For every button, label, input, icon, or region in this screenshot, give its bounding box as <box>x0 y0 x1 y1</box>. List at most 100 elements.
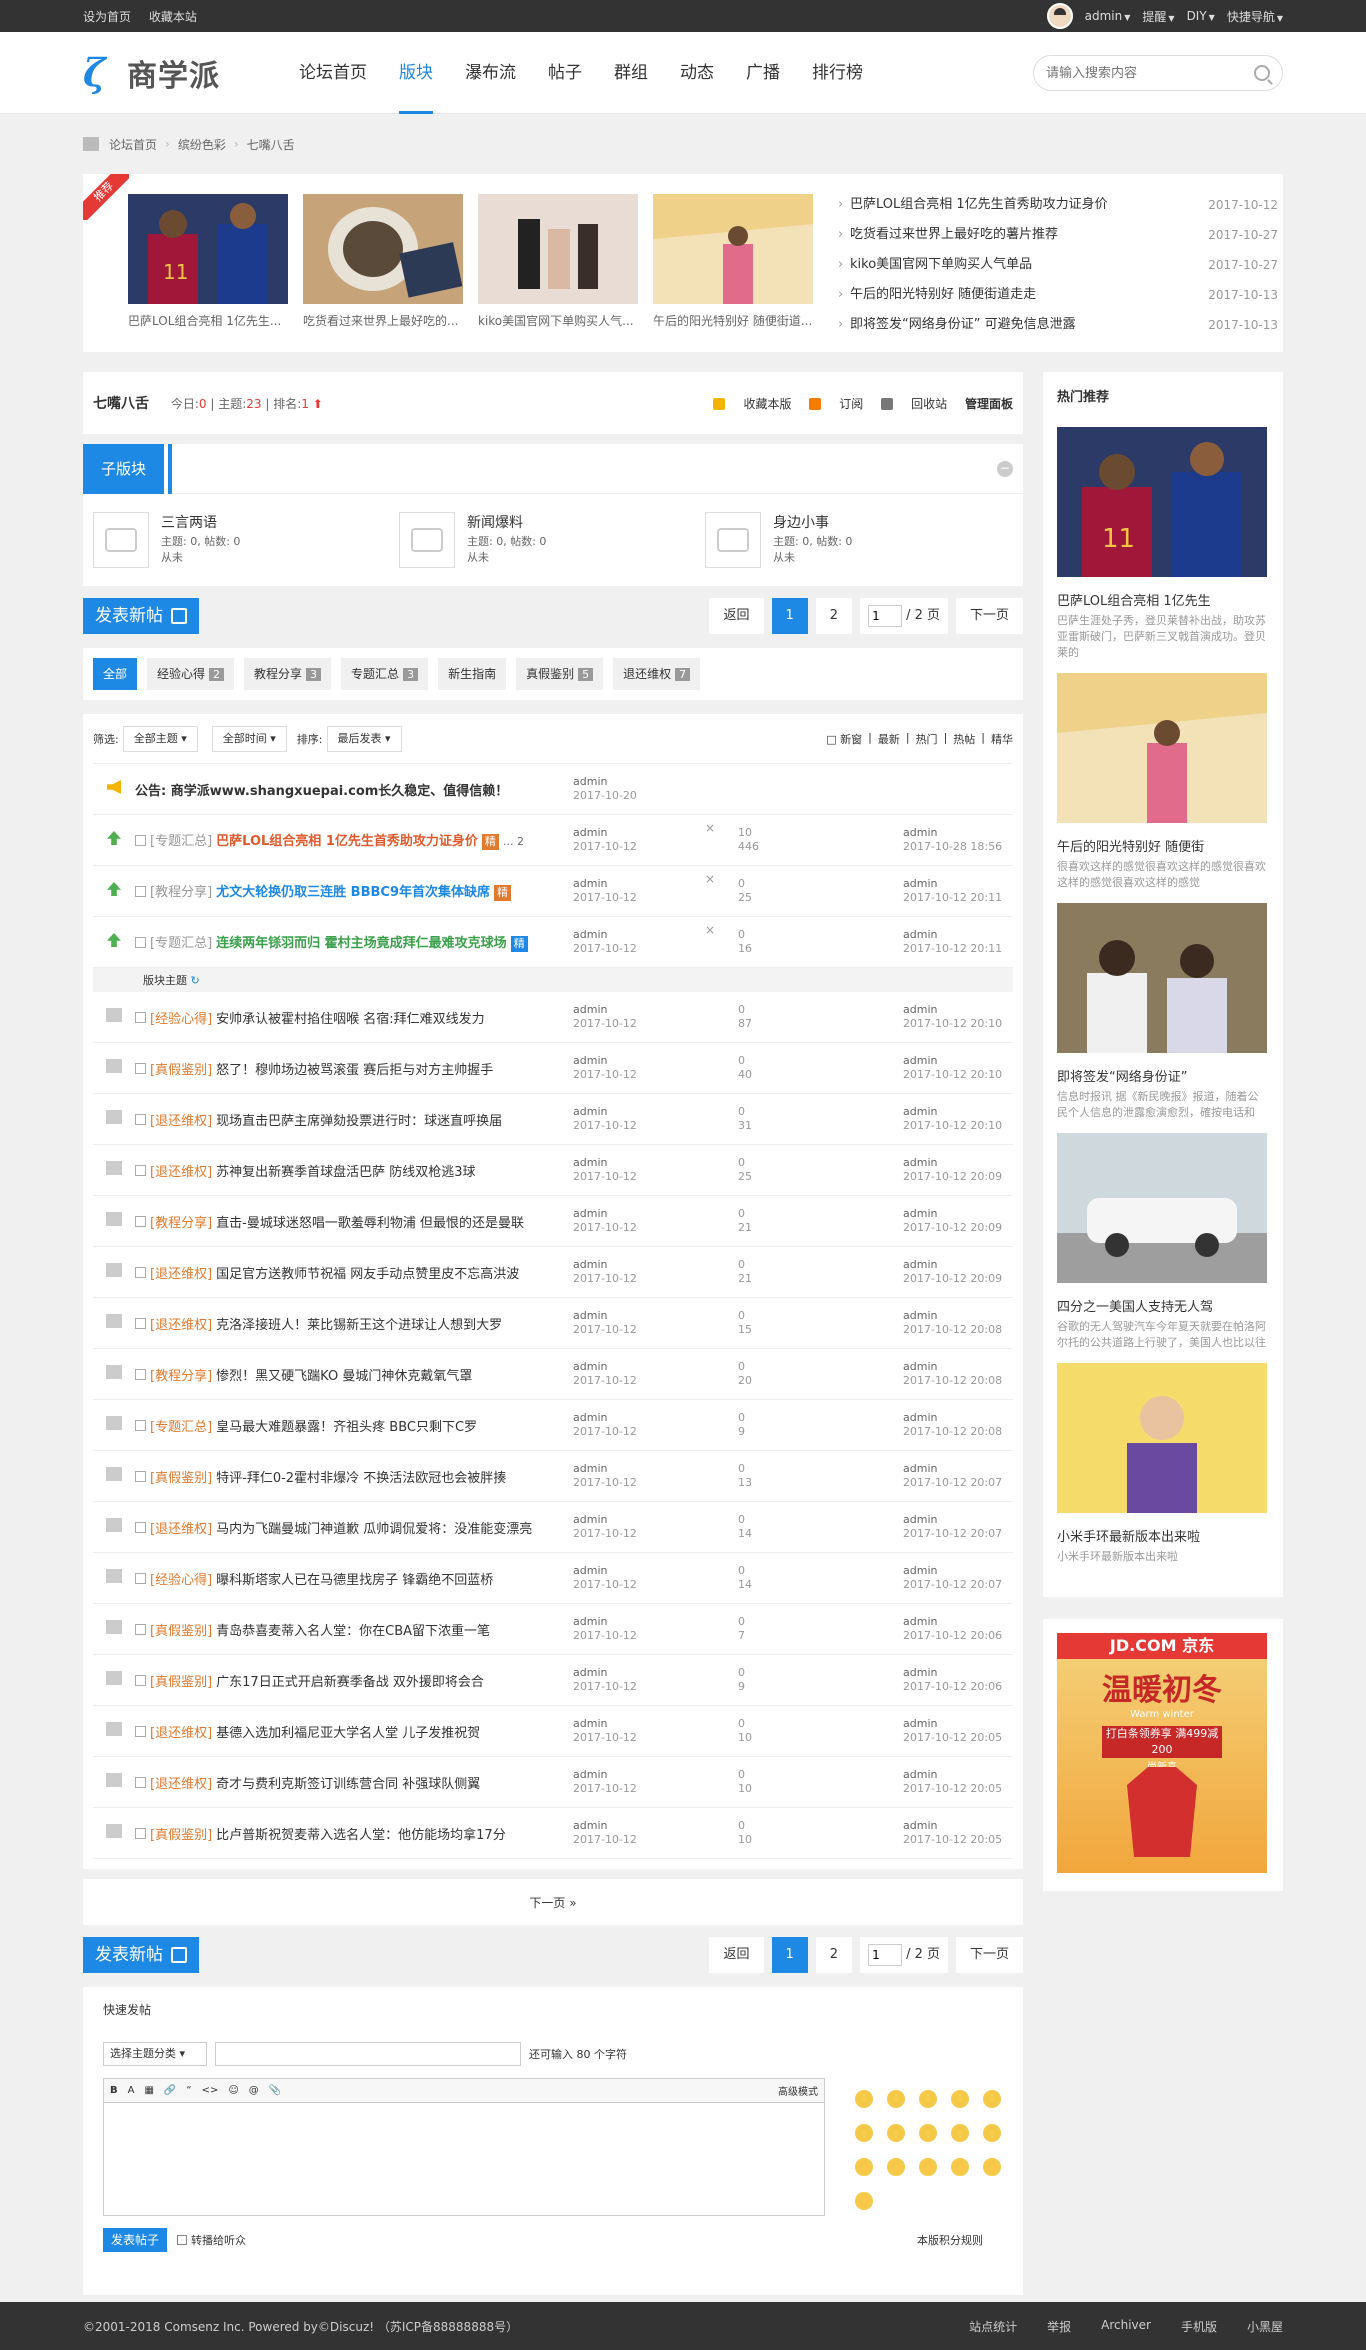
subject-input[interactable] <box>215 2042 521 2066</box>
thread-title[interactable]: 广东17日正式开启新赛季备战 双外援即将会合 <box>216 1675 484 1690</box>
thread-type[interactable]: [专题汇总] <box>150 1420 212 1435</box>
ad-banner[interactable]: JD.COM 京东 温暖初冬 Warm winter 打白条领券享 满499减2… <box>1043 1619 1283 1891</box>
smiley-icon[interactable] <box>855 2158 873 2176</box>
thread-row[interactable]: [真假鉴别] 青岛恭喜麦蒂入名人堂：你在CBA留下浓重一笔 admin 2017-1… <box>93 1604 1013 1655</box>
thread-row[interactable]: [真假鉴别] 比卢普斯祝贺麦蒂入选名人堂：他仿能场均拿17分 admin 2017-… <box>93 1808 1013 1859</box>
filter-hot[interactable]: 热门 <box>916 731 938 747</box>
filter-latest[interactable]: 最新 <box>878 731 900 747</box>
thread-row[interactable]: [经验心得] 安帅承认被霍村掐住咽喉 名宿:拜仁难双线发力 admin 2017-1… <box>93 992 1013 1043</box>
recommend-list-item[interactable]: 午后的阳光特别好 随便街道走走2017-10-13 <box>838 284 1278 314</box>
thread-pages[interactable]: ... 2 <box>503 835 524 848</box>
thread-type[interactable]: [真假鉴别] <box>150 1828 212 1843</box>
refresh-icon[interactable]: ↻ <box>191 974 200 987</box>
thread-title[interactable]: 克洛泽接班人！莱比锡新王这个进球让人想到大罗 <box>216 1318 502 1333</box>
new-post-button[interactable]: 发表新帖 <box>83 598 199 634</box>
smiley-icon[interactable]: ☺ <box>228 2085 238 2096</box>
smiley-icon[interactable] <box>983 2124 1001 2142</box>
collapse-icon[interactable]: − <box>997 460 1013 477</box>
message-textarea[interactable] <box>104 2103 824 2213</box>
nav-item-posts[interactable]: 帖子 <box>532 32 598 114</box>
type-tab[interactable]: 经验心得 2 <box>147 658 235 690</box>
thread-title[interactable]: 基德入选加利福尼亚大学名人堂 儿子发推祝贺 <box>216 1726 480 1741</box>
thread-type[interactable]: [教程分享] <box>150 885 212 900</box>
advanced-mode-link[interactable]: 高级模式 <box>778 2083 818 2098</box>
thread-checkbox[interactable] <box>135 834 146 846</box>
hot-item[interactable]: 11 巴萨LOL组合亮相 1亿先生 巴萨生涯处子秀，登贝莱替补出战，助攻苏亚雷斯破… <box>1057 427 1269 661</box>
thread-title[interactable]: 马内为飞踹曼城门神道歉 瓜帅调侃爱将：没准能变漂亮 <box>216 1522 532 1537</box>
thread-title[interactable]: 奇才与费利克斯签订训练营合同 补强球队侧翼 <box>216 1777 480 1792</box>
smiley-icon[interactable] <box>983 2090 1001 2108</box>
smiley-icon[interactable] <box>855 2090 873 2108</box>
thread-title[interactable]: 安帅承认被霍村掐住咽喉 名宿:拜仁难双线发力 <box>216 1012 485 1027</box>
thread-type[interactable]: [退还维权] <box>150 1777 212 1792</box>
nav-item-broadcast[interactable]: 广播 <box>730 32 796 114</box>
smiley-icon[interactable] <box>919 2090 937 2108</box>
thread-checkbox[interactable] <box>135 1062 146 1074</box>
thread-type[interactable]: [教程分享] <box>150 1216 212 1231</box>
recommend-list-item[interactable]: 巴萨LOL组合亮相 1亿先生首秀助攻力证身价2017-10-12 <box>838 194 1278 224</box>
footer-link[interactable]: 小黑屋 <box>1247 2318 1283 2335</box>
thread-type[interactable]: [退还维权] <box>150 1726 212 1741</box>
sticky-thread-row[interactable]: [专题汇总] 连续两年铩羽而归 霍村主场竟成拜仁最难攻克球场精 × admin 20… <box>93 917 1013 968</box>
subforum-item[interactable]: 三言两语 主题: 0, 帖数: 0 从未 <box>93 512 399 568</box>
thread-checkbox[interactable] <box>135 1521 146 1533</box>
nav-item-ranking[interactable]: 排行榜 <box>796 32 879 114</box>
recommend-item[interactable]: kiko美国官网下单购买人气... <box>478 194 653 352</box>
nav-item-groups[interactable]: 群组 <box>598 32 664 114</box>
sticky-thread-row[interactable]: [教程分享] 尤文大轮换仍取三连胜 BBBC9年首次集体缺席精 × admin 20… <box>93 866 1013 917</box>
next-page-button[interactable]: 下一页 <box>955 1937 1023 1973</box>
thread-row[interactable]: [退还维权] 奇才与费利克斯签订训练营合同 补强球队侧翼 admin 2017-10… <box>93 1757 1013 1808</box>
type-tab[interactable]: 教程分享 3 <box>244 658 332 690</box>
credit-rules-link[interactable]: 本版积分规则 <box>917 2232 983 2248</box>
thread-type[interactable]: [退还维权] <box>150 1114 212 1129</box>
recommend-list-item[interactable]: 即将签发“网络身份证” 可避免信息泄露2017-10-13 <box>838 314 1278 344</box>
thread-row[interactable]: [经验心得] 曝科斯塔家人已在马德里找房子 锋霸绝不回蓝桥 admin 2017-1… <box>93 1553 1013 1604</box>
recommend-list-item[interactable]: kiko美国官网下单购买人气单品2017-10-27 <box>838 254 1278 284</box>
hot-item[interactable]: 四分之一美国人支持无人驾 谷歌的无人驾驶汽车今年夏天就要在帕洛阿尔托的公共道路上行… <box>1057 1133 1269 1351</box>
new-post-button[interactable]: 发表新帖 <box>83 1937 199 1973</box>
nav-item-home[interactable]: 论坛首页 <box>283 32 383 114</box>
at-icon[interactable]: @ <box>249 2085 259 2096</box>
hot-item[interactable]: 午后的阳光特别好 随便街 很喜欢这样的感觉很喜欢这样的感觉很喜欢这样的感觉很喜欢这… <box>1057 673 1269 891</box>
recommend-item[interactable]: 午后的阳光特别好 随便街道... <box>653 194 828 352</box>
code-icon[interactable]: <> <box>202 2085 219 2096</box>
thread-title[interactable]: 现场直击巴萨主席弹劾投票进行时：球迷直呼换届 <box>216 1114 502 1129</box>
recommend-item[interactable]: 11 巴萨LOL组合亮相 1亿先生... <box>128 194 303 352</box>
page-2-button[interactable]: 2 <box>815 598 853 634</box>
footer-link[interactable]: 站点统计 <box>969 2318 1017 2335</box>
sync-checkbox[interactable] <box>177 2235 188 2245</box>
footer-link[interactable]: 手机版 <box>1181 2318 1217 2335</box>
time-filter-select[interactable]: 全部时间 ▾ <box>211 725 287 752</box>
thread-row[interactable]: [真假鉴别] 特评-拜仁0-2霍村非爆冷 不换活法欧冠也会被胖揍 admin 201… <box>93 1451 1013 1502</box>
smiley-icon[interactable] <box>887 2124 905 2142</box>
thread-row[interactable]: [真假鉴别] 广东17日正式开启新赛季备战 双外援即将会合 admin 2017-1… <box>93 1655 1013 1706</box>
thread-checkbox[interactable] <box>135 1572 146 1584</box>
thread-type[interactable]: [教程分享] <box>150 1369 212 1384</box>
thread-checkbox[interactable] <box>135 1164 146 1176</box>
sort-select[interactable]: 最后发表 ▾ <box>326 725 402 752</box>
thread-row[interactable]: [退还维权] 国足官方送教师节祝福 网友手动点赞里皮不忘高洪波 admin 2017… <box>93 1247 1013 1298</box>
thread-checkbox[interactable] <box>135 1368 146 1380</box>
smiley-icon[interactable] <box>919 2158 937 2176</box>
thread-row[interactable]: [教程分享] 直击-曼城球迷怒唱一歌羞辱利物浦 但最恨的还是曼联 admin 201… <box>93 1196 1013 1247</box>
thread-row[interactable]: [教程分享] 惨烈！黑又硬飞踹KO 曼城门神休克戴氧气罩 admin 2017-10… <box>93 1349 1013 1400</box>
thread-title[interactable]: 直击-曼城球迷怒唱一歌羞辱利物浦 但最恨的还是曼联 <box>216 1216 524 1231</box>
type-tab[interactable]: 真假鉴别 5 <box>516 658 604 690</box>
thread-checkbox[interactable] <box>135 936 146 948</box>
thread-title[interactable]: 皇马最大难题暴露！齐祖头疼 BBC只剩下C罗 <box>216 1420 477 1435</box>
footer-link[interactable]: Archiver <box>1101 2318 1151 2335</box>
thread-row[interactable]: [退还维权] 马内为飞踹曼城门神道歉 瓜帅调侃爱将：没准能变漂亮 admin 201… <box>93 1502 1013 1553</box>
thread-type[interactable]: [真假鉴别] <box>150 1471 212 1486</box>
bold-icon[interactable]: B <box>110 2085 118 2096</box>
thread-row[interactable]: [退还维权] 现场直击巴萨主席弹劾投票进行时：球迷直呼换届 admin 2017-1… <box>93 1094 1013 1145</box>
diy-menu[interactable]: DIY ▼ <box>1187 9 1215 23</box>
avatar[interactable] <box>1046 3 1073 29</box>
type-tab[interactable]: 新生指南 <box>438 658 507 690</box>
back-button[interactable]: 返回 <box>709 1937 764 1973</box>
thread-checkbox[interactable] <box>135 1317 146 1329</box>
type-tab[interactable]: 专题汇总 3 <box>341 658 429 690</box>
thread-type[interactable]: [经验心得] <box>150 1573 212 1588</box>
topic-filter-select[interactable]: 全部主题 ▾ <box>122 725 198 752</box>
smiley-icon[interactable] <box>951 2090 969 2108</box>
remind-menu[interactable]: 提醒 ▼ <box>1142 8 1174 25</box>
